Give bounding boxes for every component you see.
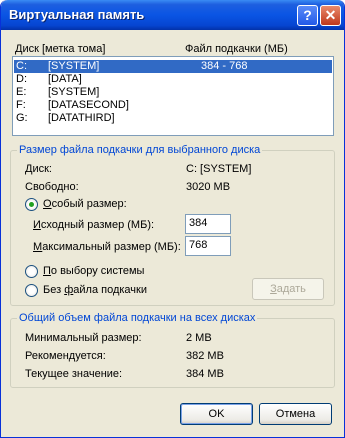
selected-drive-group: Размер файла подкачки для выбранного дис…	[10, 144, 335, 306]
drive-row-g[interactable]: G: [DATATHIRD]	[14, 112, 332, 125]
window-title: Виртуальная память	[9, 7, 145, 22]
system-managed-label[interactable]: По выбору системы	[43, 265, 144, 277]
recommended-label: Рекомендуется:	[25, 350, 106, 362]
no-pagefile-radio[interactable]	[25, 284, 38, 297]
current-label: Текущее значение:	[25, 368, 123, 380]
initial-size-label: Исходный размер (МБ):	[33, 219, 155, 231]
drive-row-c[interactable]: C: [SYSTEM] 384 - 768	[14, 60, 332, 73]
drive-label: [SYSTEM]	[48, 60, 100, 72]
cancel-button[interactable]: Отмена	[259, 403, 332, 425]
disk-label: Диск:	[25, 163, 52, 175]
min-size-value: 2 MB	[186, 332, 212, 344]
virtual-memory-dialog: Виртуальная память ? ✕ Диск [метка тома]…	[0, 0, 345, 438]
group-title: Общий объем файла подкачки на всех диска…	[17, 312, 258, 324]
set-button[interactable]: Задать	[252, 278, 324, 300]
free-value: 3020 MB	[186, 181, 231, 193]
drive-label: [SYSTEM]	[48, 86, 100, 98]
total-pagefile-group: Общий объем файла подкачки на всех диска…	[10, 312, 335, 388]
close-button[interactable]: ✕	[320, 5, 341, 26]
drive-letter: D:	[16, 73, 27, 85]
custom-size-radio[interactable]	[25, 198, 38, 211]
min-size-label: Минимальный размер:	[25, 332, 142, 344]
drive-pagefile: 384 - 768	[201, 60, 248, 72]
max-size-input[interactable]: 768	[185, 236, 231, 256]
current-value: 384 MB	[186, 368, 224, 380]
disk-value: C: [SYSTEM]	[186, 163, 252, 175]
max-size-label: Максимальный размер (МБ):	[33, 241, 181, 253]
column-header-pagefile: Файл подкачки (МБ)	[185, 43, 288, 55]
free-label: Свободно:	[25, 181, 79, 193]
drive-label: [DATA]	[48, 73, 82, 85]
group-title: Размер файла подкачки для выбранного дис…	[17, 144, 263, 156]
drive-letter: G:	[16, 112, 28, 124]
drive-row-d[interactable]: D: [DATA]	[14, 73, 332, 86]
title-bar: Виртуальная память ? ✕	[1, 0, 344, 30]
initial-size-input[interactable]: 384	[185, 214, 231, 234]
no-pagefile-label[interactable]: Без файла подкачки	[43, 284, 147, 296]
drive-label: [DATASECOND]	[48, 99, 129, 111]
drive-list[interactable]: C: [SYSTEM] 384 - 768 D: [DATA] E: [SYST…	[12, 56, 334, 136]
drive-letter: C:	[16, 60, 27, 72]
help-button[interactable]: ?	[297, 5, 318, 26]
drive-row-f[interactable]: F: [DATASECOND]	[14, 99, 332, 112]
system-managed-radio[interactable]	[25, 265, 38, 278]
column-header-disk: Диск [метка тома]	[15, 43, 106, 55]
recommended-value: 382 MB	[186, 350, 224, 362]
drive-letter: F:	[16, 99, 26, 111]
custom-size-label[interactable]: Особый размер:	[43, 198, 127, 210]
drive-label: [DATATHIRD]	[48, 112, 115, 124]
drive-row-e[interactable]: E: [SYSTEM]	[14, 86, 332, 99]
drive-letter: E:	[16, 86, 27, 98]
ok-button[interactable]: OK	[180, 403, 253, 425]
